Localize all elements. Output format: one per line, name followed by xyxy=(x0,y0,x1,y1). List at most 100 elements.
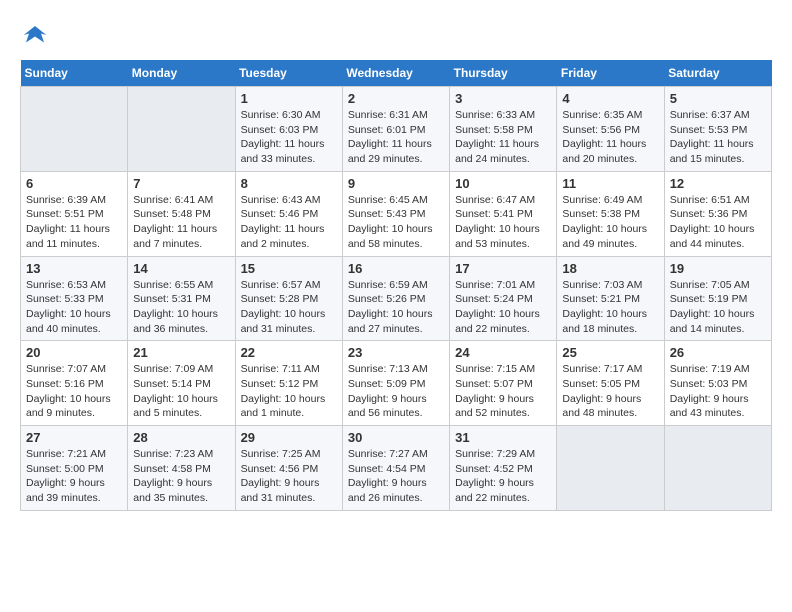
day-number: 11 xyxy=(562,176,658,191)
day-number: 15 xyxy=(241,261,337,276)
calendar-cell: 7Sunrise: 6:41 AM Sunset: 5:48 PM Daylig… xyxy=(128,171,235,256)
weekday-header: Saturday xyxy=(664,60,771,87)
day-info: Sunrise: 6:45 AM Sunset: 5:43 PM Dayligh… xyxy=(348,193,444,252)
calendar-cell xyxy=(557,426,664,511)
weekday-header: Friday xyxy=(557,60,664,87)
day-info: Sunrise: 7:17 AM Sunset: 5:05 PM Dayligh… xyxy=(562,362,658,421)
day-info: Sunrise: 6:47 AM Sunset: 5:41 PM Dayligh… xyxy=(455,193,551,252)
day-number: 17 xyxy=(455,261,551,276)
calendar-cell: 19Sunrise: 7:05 AM Sunset: 5:19 PM Dayli… xyxy=(664,256,771,341)
day-number: 27 xyxy=(26,430,122,445)
calendar-cell: 12 Sunrise: 6:51 AM Sunset: 5:36 PM Dayli… xyxy=(664,171,771,256)
calendar-cell: 18 Sunrise: 7:03 AM Sunset: 5:21 PM Dayli… xyxy=(557,256,664,341)
day-number: 23 xyxy=(348,345,444,360)
calendar-cell: 4 Sunrise: 6:35 AM Sunset: 5:56 PM Daylig… xyxy=(557,87,664,172)
day-number: 6 xyxy=(26,176,122,191)
day-info: Sunrise: 7:09 AM Sunset: 5:14 PM Dayligh… xyxy=(133,362,229,421)
day-info: Sunrise: 6:39 AM Sunset: 5:51 PM Dayligh… xyxy=(26,193,122,252)
day-info: Sunrise: 6:37 AM Sunset: 5:53 PM Dayligh… xyxy=(670,108,766,167)
calendar-week-row: 1 Sunrise: 6:30 AM Sunset: 6:03 PM Daylig… xyxy=(21,87,772,172)
calendar-cell xyxy=(21,87,128,172)
day-info: Sunrise: 6:57 AM Sunset: 5:28 PM Dayligh… xyxy=(241,278,337,337)
day-info: Sunrise: 7:23 AM Sunset: 4:58 PM Dayligh… xyxy=(133,447,229,506)
calendar-cell: 9 Sunrise: 6:45 AM Sunset: 5:43 PM Daylig… xyxy=(342,171,449,256)
day-info: Sunrise: 6:51 AM Sunset: 5:36 PM Dayligh… xyxy=(670,193,766,252)
weekday-header: Wednesday xyxy=(342,60,449,87)
day-info: Sunrise: 6:43 AM Sunset: 5:46 PM Dayligh… xyxy=(241,193,337,252)
calendar-cell xyxy=(664,426,771,511)
calendar-body: 1 Sunrise: 6:30 AM Sunset: 6:03 PM Daylig… xyxy=(21,87,772,511)
calendar-cell: 29 Sunrise: 7:25 AM Sunset: 4:56 PM Dayli… xyxy=(235,426,342,511)
weekday-header: Thursday xyxy=(450,60,557,87)
day-number: 19 xyxy=(670,261,766,276)
day-info: Sunrise: 6:31 AM Sunset: 6:01 PM Dayligh… xyxy=(348,108,444,167)
day-number: 24 xyxy=(455,345,551,360)
day-info: Sunrise: 7:03 AM Sunset: 5:21 PM Dayligh… xyxy=(562,278,658,337)
day-info: Sunrise: 6:53 AM Sunset: 5:33 PM Dayligh… xyxy=(26,278,122,337)
day-number: 13 xyxy=(26,261,122,276)
day-number: 26 xyxy=(670,345,766,360)
calendar-cell: 24 Sunrise: 7:15 AM Sunset: 5:07 PM Dayli… xyxy=(450,341,557,426)
day-info: Sunrise: 7:25 AM Sunset: 4:56 PM Dayligh… xyxy=(241,447,337,506)
day-info: Sunrise: 7:27 AM Sunset: 4:54 PM Dayligh… xyxy=(348,447,444,506)
day-number: 30 xyxy=(348,430,444,445)
day-info: Sunrise: 6:41 AM Sunset: 5:48 PM Dayligh… xyxy=(133,193,229,252)
day-info: Sunrise: 7:29 AM Sunset: 4:52 PM Dayligh… xyxy=(455,447,551,506)
day-info: Sunrise: 7:21 AM Sunset: 5:00 PM Dayligh… xyxy=(26,447,122,506)
day-info: Sunrise: 7:11 AM Sunset: 5:12 PM Dayligh… xyxy=(241,362,337,421)
weekday-row: SundayMondayTuesdayWednesdayThursdayFrid… xyxy=(21,60,772,87)
calendar-cell: 3 Sunrise: 6:33 AM Sunset: 5:58 PM Daylig… xyxy=(450,87,557,172)
day-number: 2 xyxy=(348,91,444,106)
day-number: 5 xyxy=(670,91,766,106)
day-number: 28 xyxy=(133,430,229,445)
day-info: Sunrise: 7:01 AM Sunset: 5:24 PM Dayligh… xyxy=(455,278,551,337)
calendar-cell: 14Sunrise: 6:55 AM Sunset: 5:31 PM Dayli… xyxy=(128,256,235,341)
day-info: Sunrise: 6:33 AM Sunset: 5:58 PM Dayligh… xyxy=(455,108,551,167)
day-info: Sunrise: 6:59 AM Sunset: 5:26 PM Dayligh… xyxy=(348,278,444,337)
day-number: 25 xyxy=(562,345,658,360)
calendar-cell: 22 Sunrise: 7:11 AM Sunset: 5:12 PM Dayli… xyxy=(235,341,342,426)
calendar-cell: 30 Sunrise: 7:27 AM Sunset: 4:54 PM Dayli… xyxy=(342,426,449,511)
calendar-cell: 17 Sunrise: 7:01 AM Sunset: 5:24 PM Dayli… xyxy=(450,256,557,341)
calendar-cell: 5 Sunrise: 6:37 AM Sunset: 5:53 PM Daylig… xyxy=(664,87,771,172)
calendar-cell: 6 Sunrise: 6:39 AM Sunset: 5:51 PM Daylig… xyxy=(21,171,128,256)
calendar-cell: 28 Sunrise: 7:23 AM Sunset: 4:58 PM Dayli… xyxy=(128,426,235,511)
calendar-week-row: 13 Sunrise: 6:53 AM Sunset: 5:33 PM Dayli… xyxy=(21,256,772,341)
calendar-cell: 13 Sunrise: 6:53 AM Sunset: 5:33 PM Dayli… xyxy=(21,256,128,341)
calendar-cell: 11 Sunrise: 6:49 AM Sunset: 5:38 PM Dayli… xyxy=(557,171,664,256)
day-number: 22 xyxy=(241,345,337,360)
calendar-cell: 2 Sunrise: 6:31 AM Sunset: 6:01 PM Daylig… xyxy=(342,87,449,172)
day-number: 12 xyxy=(670,176,766,191)
calendar-cell: 16 Sunrise: 6:59 AM Sunset: 5:26 PM Dayli… xyxy=(342,256,449,341)
day-number: 16 xyxy=(348,261,444,276)
day-number: 29 xyxy=(241,430,337,445)
day-info: Sunrise: 7:19 AM Sunset: 5:03 PM Dayligh… xyxy=(670,362,766,421)
day-info: Sunrise: 6:30 AM Sunset: 6:03 PM Dayligh… xyxy=(241,108,337,167)
calendar-cell: 15 Sunrise: 6:57 AM Sunset: 5:28 PM Dayli… xyxy=(235,256,342,341)
day-number: 18 xyxy=(562,261,658,276)
calendar-cell: 31Sunrise: 7:29 AM Sunset: 4:52 PM Dayli… xyxy=(450,426,557,511)
day-info: Sunrise: 6:49 AM Sunset: 5:38 PM Dayligh… xyxy=(562,193,658,252)
calendar-week-row: 6 Sunrise: 6:39 AM Sunset: 5:51 PM Daylig… xyxy=(21,171,772,256)
page-header xyxy=(20,20,772,50)
calendar-cell: 10 Sunrise: 6:47 AM Sunset: 5:41 PM Dayli… xyxy=(450,171,557,256)
calendar-cell: 20Sunrise: 7:07 AM Sunset: 5:16 PM Dayli… xyxy=(21,341,128,426)
calendar-table: SundayMondayTuesdayWednesdayThursdayFrid… xyxy=(20,60,772,511)
weekday-header: Monday xyxy=(128,60,235,87)
day-number: 20 xyxy=(26,345,122,360)
calendar-cell: 26 Sunrise: 7:19 AM Sunset: 5:03 PM Dayli… xyxy=(664,341,771,426)
day-info: Sunrise: 7:13 AM Sunset: 5:09 PM Dayligh… xyxy=(348,362,444,421)
day-info: Sunrise: 6:55 AM Sunset: 5:31 PM Dayligh… xyxy=(133,278,229,337)
day-number: 10 xyxy=(455,176,551,191)
calendar-cell: 1 Sunrise: 6:30 AM Sunset: 6:03 PM Daylig… xyxy=(235,87,342,172)
calendar-week-row: 20Sunrise: 7:07 AM Sunset: 5:16 PM Dayli… xyxy=(21,341,772,426)
day-number: 1 xyxy=(241,91,337,106)
day-number: 4 xyxy=(562,91,658,106)
day-number: 9 xyxy=(348,176,444,191)
calendar-cell: 8Sunrise: 6:43 AM Sunset: 5:46 PM Daylig… xyxy=(235,171,342,256)
day-info: Sunrise: 6:35 AM Sunset: 5:56 PM Dayligh… xyxy=(562,108,658,167)
calendar-cell: 21Sunrise: 7:09 AM Sunset: 5:14 PM Dayli… xyxy=(128,341,235,426)
day-info: Sunrise: 7:15 AM Sunset: 5:07 PM Dayligh… xyxy=(455,362,551,421)
calendar-header: SundayMondayTuesdayWednesdayThursdayFrid… xyxy=(21,60,772,87)
day-number: 3 xyxy=(455,91,551,106)
